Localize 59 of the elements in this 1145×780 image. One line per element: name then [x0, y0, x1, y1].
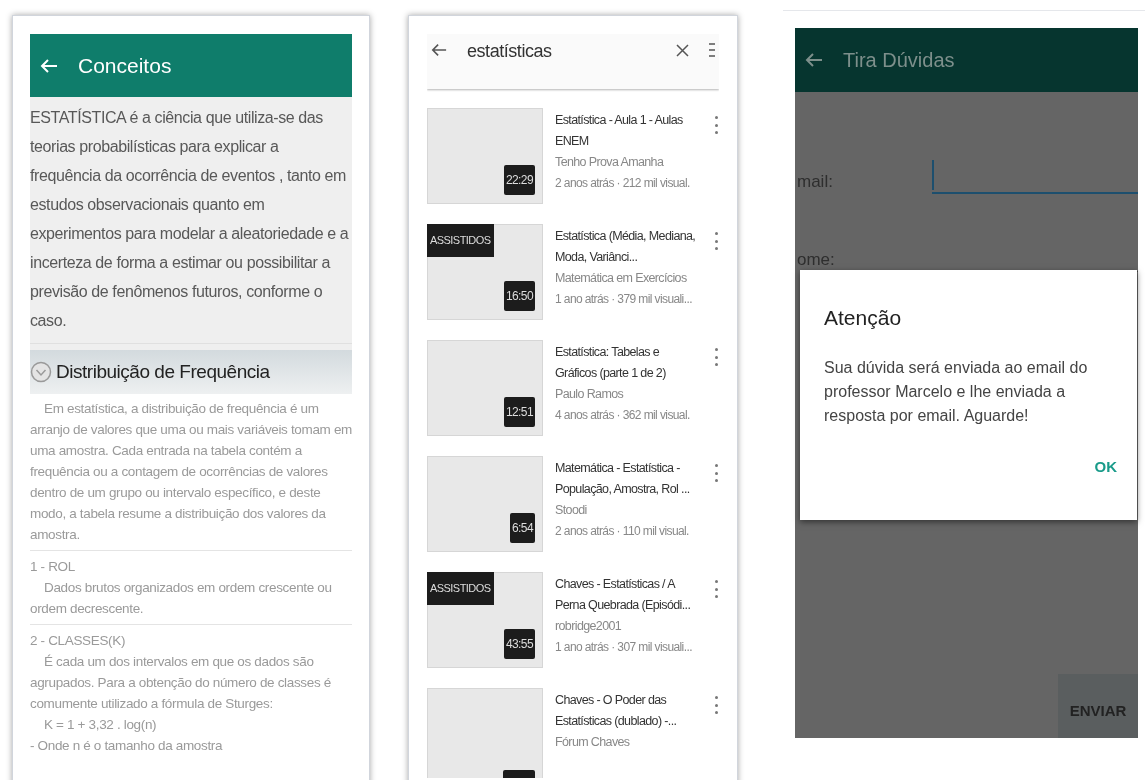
duration-badge: 16:50: [503, 281, 535, 311]
duration-badge: 22:29: [503, 165, 535, 195]
intro-paragraph: ESTATÍSTICA é a ciência que utiliza-se das teorias probabilísticas para explicar a frequência da ocorrência de eventos , tanto em estudos observacionais quanto em experimentos para modelar a aleatoriedade e a incerteza de forma a estimar ou possibilitar a previsão de fenômenos futuros, conforme o caso.: [30, 107, 350, 331]
video-thumbnail[interactable]: [427, 688, 543, 778]
channel-name: Fórum Chaves: [555, 734, 630, 751]
more-options-icon[interactable]: [715, 348, 719, 366]
item-label: - Onde n é o tamanho da amostra: [30, 737, 224, 755]
body-paragraph: Dados brutos organizados em ordem crescente ou ordem decrescente.: [30, 579, 333, 618]
more-options-icon[interactable]: [715, 116, 719, 134]
duration-badge: 6:54: [510, 513, 535, 543]
field-label: mail:: [796, 170, 834, 193]
screen-title: Conceitos: [78, 52, 172, 79]
item-label: 2 - CLASSES(K): [30, 632, 127, 650]
section-title: Distribuição de Frequência: [56, 359, 270, 384]
dialog-message: Sua dúvida será enviada ao email do professor Marcelo e lhe enviada a resposta por email. Aguarde!: [824, 357, 1089, 426]
item-label: 1 - ROL: [30, 558, 76, 576]
video-meta: 2 anos atrás · 110 mil visual.: [555, 523, 689, 540]
duration-badge: 12:51: [503, 397, 535, 427]
video-thumbnail[interactable]: ASSISTIDOS 16:50: [427, 224, 543, 320]
video-title: Matemática - Estatística - População, Amostra, Rol ...: [555, 460, 691, 498]
video-thumbnail[interactable]: 6:54: [427, 456, 543, 552]
back-arrow-icon[interactable]: [805, 52, 823, 68]
video-title: Chaves - Estatísticas / A Perna Quebrada (Episódi...: [555, 576, 692, 614]
video-thumbnail[interactable]: 12:51: [427, 340, 543, 436]
video-meta: 1 ano atrás · 379 mil visuali...: [555, 291, 692, 308]
more-options-icon[interactable]: [715, 232, 719, 250]
video-title: Estatística: Tabelas e Gráficos (parte 1 de 2): [555, 344, 667, 382]
watched-badge: ASSISTIDOS: [427, 224, 494, 257]
video-title: Chaves - O Poder das Estatísticas (dublado) -...: [555, 692, 678, 730]
channel-name: Matemática em Exercícios: [555, 270, 687, 287]
text-cursor: [932, 160, 934, 190]
close-icon[interactable]: [676, 44, 689, 57]
channel-name: Paulo Ramos: [555, 386, 624, 403]
screen-title: Tira Dúvidas: [843, 48, 955, 73]
filter-icon[interactable]: [709, 42, 715, 58]
more-options-icon[interactable]: [715, 464, 719, 482]
channel-name: robridge2001: [555, 618, 622, 635]
more-options-icon[interactable]: [715, 580, 719, 598]
duration-badge: 43:55: [503, 629, 535, 659]
dialog-title: Atenção: [824, 305, 903, 331]
input-field[interactable]: [932, 160, 1138, 194]
body-paragraph: K = 1 + 3,32 . log(n): [43, 716, 158, 734]
field-label: ome:: [796, 248, 836, 271]
body-paragraph: É cada um dos intervalos em que os dados são agrupados. Para a obtenção do número de classes é comumente utilizado a fórmula de Sturges:: [30, 653, 332, 713]
video-thumbnail[interactable]: ASSISTIDOS 43:55: [427, 572, 543, 668]
search-field[interactable]: estatísticas: [467, 38, 656, 65]
channel-name: Tenho Prova Amanha: [555, 154, 664, 171]
chevron-circle-icon[interactable]: [30, 361, 52, 383]
video-meta: 2 anos atrás · 212 mil visual.: [555, 175, 690, 192]
video-meta: 4 anos atrás · 362 mil visual.: [555, 407, 690, 424]
video-title: Estatística - Aula 1 - Aulas ENEM: [555, 112, 684, 150]
watched-badge: ASSISTIDOS: [427, 572, 494, 605]
channel-name: Stoodi: [555, 502, 587, 519]
body-paragraph: Em estatística, a distribuição de frequência é um arranjo de valores que uma ou mais variáveis tomam em uma amostra. Cada entrada na tabela contém a frequência ou a contagem de ocorrências de valores dentro de um grupo ou intervalo específico, e deste modo, a tabela resume a distribuição dos valores da amostra.: [30, 400, 352, 544]
video-title: Estatística (Média, Mediana, Moda, Variânci...: [555, 228, 697, 266]
video-meta: 1 ano atrás · 307 mil visuali...: [555, 639, 692, 656]
back-arrow-icon[interactable]: [431, 42, 447, 58]
more-options-icon[interactable]: [715, 696, 719, 714]
video-thumbnail[interactable]: 22:29: [427, 108, 543, 204]
